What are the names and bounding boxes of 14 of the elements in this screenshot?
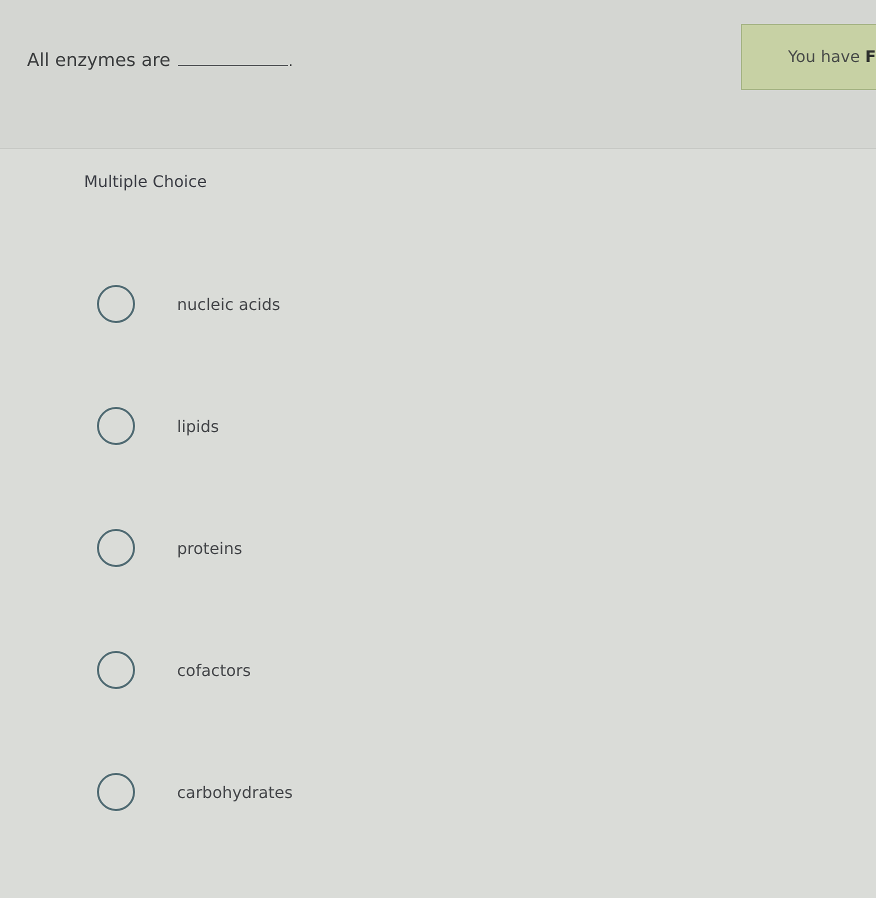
option-label[interactable]: cofactors xyxy=(177,660,251,680)
radio-button[interactable] xyxy=(97,285,135,323)
option-label[interactable]: carbohydrates xyxy=(177,782,293,802)
radio-button[interactable] xyxy=(97,773,135,811)
question-text: All enzymes are xyxy=(27,50,170,71)
radio-button[interactable] xyxy=(97,529,135,567)
question-period: . xyxy=(288,54,293,70)
notice-banner: You have F xyxy=(741,24,876,90)
question-type-heading: Multiple Choice xyxy=(84,172,207,192)
radio-button[interactable] xyxy=(97,407,135,445)
option-label[interactable]: lipids xyxy=(177,416,219,436)
option-label[interactable]: nucleic acids xyxy=(177,294,280,314)
option-label[interactable]: proteins xyxy=(177,538,242,558)
radio-button[interactable] xyxy=(97,651,135,689)
